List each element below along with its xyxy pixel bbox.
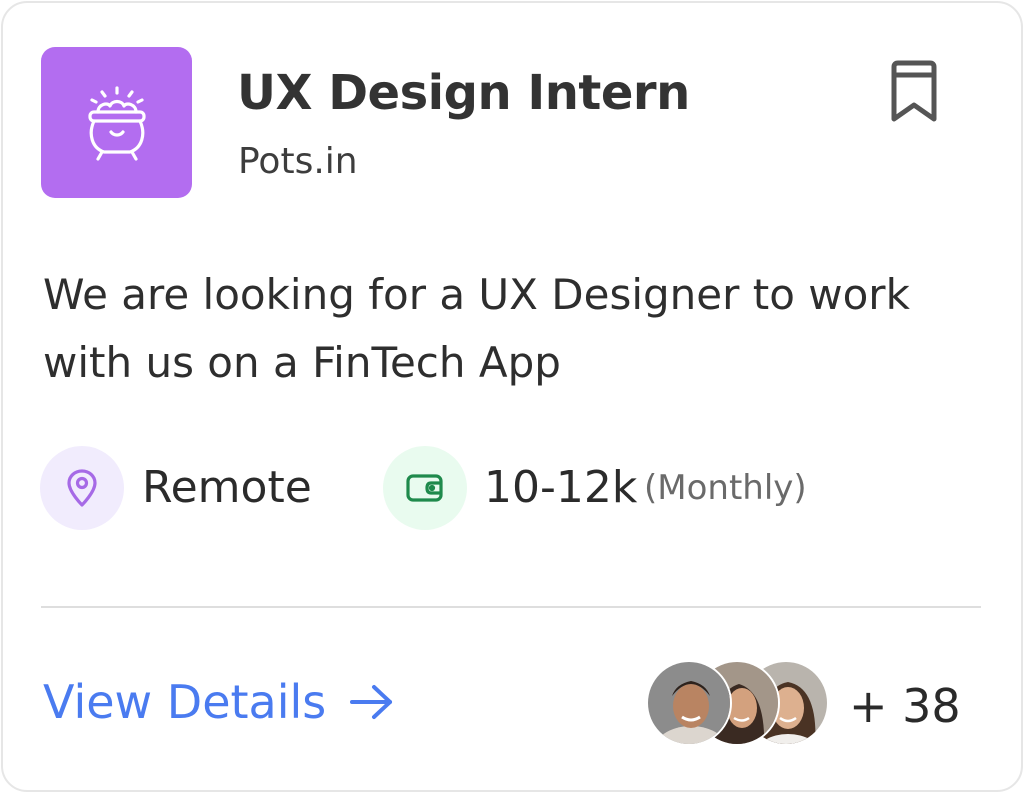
job-title: UX Design Intern	[237, 65, 690, 121]
company-name: Pots.in	[238, 141, 358, 182]
job-card: UX Design Intern Pots.in We are looking …	[1, 1, 1023, 792]
location-pin-icon	[67, 469, 97, 507]
divider	[41, 606, 981, 608]
salary-amount: 10-12k	[484, 462, 638, 513]
person-avatar-icon	[648, 662, 730, 744]
pot-icon	[87, 85, 146, 161]
applicant-avatar	[646, 660, 732, 746]
location-icon-badge	[40, 446, 124, 530]
bookmark-button[interactable]	[887, 59, 941, 125]
wallet-icon	[406, 474, 443, 502]
bookmark-icon	[891, 60, 937, 122]
arrow-right-icon	[350, 685, 393, 719]
view-details-label: View Details	[43, 675, 327, 729]
applicants-count: + 38	[849, 679, 961, 733]
view-details-link[interactable]: View Details	[43, 675, 396, 729]
company-logo	[41, 47, 192, 198]
job-description: We are looking for a UX Designer to work…	[43, 270, 910, 387]
location-label: Remote	[142, 462, 312, 513]
salary-icon-badge	[383, 446, 467, 530]
salary-period: (Monthly)	[644, 468, 807, 508]
